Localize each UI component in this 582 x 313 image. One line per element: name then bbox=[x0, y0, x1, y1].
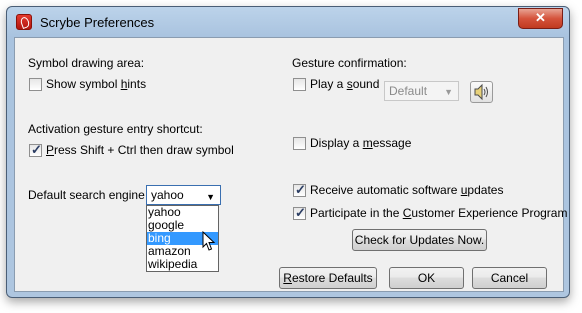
gesture-confirmation-heading: Gesture confirmation: bbox=[292, 56, 407, 70]
dialog-content: Symbol drawing area: Show symbol hints A… bbox=[14, 37, 567, 292]
sound-selected: Default bbox=[389, 84, 428, 98]
press-shift-ctrl-label[interactable]: Press Shift + Ctrl then draw symbol bbox=[46, 143, 234, 157]
speaker-icon bbox=[474, 83, 488, 101]
symbol-area-heading: Symbol drawing area: bbox=[28, 56, 145, 70]
participate-program-checkbox[interactable] bbox=[293, 205, 306, 221]
title-bar[interactable]: Scrybe Preferences ✕ bbox=[7, 7, 569, 37]
chevron-down-icon: ▼ bbox=[206, 192, 215, 202]
search-engine-select[interactable]: yahoo ▼ bbox=[146, 185, 221, 205]
display-message-label[interactable]: Display a message bbox=[310, 136, 411, 150]
mouse-pointer-icon bbox=[202, 231, 216, 251]
scrybe-app-icon bbox=[16, 14, 32, 30]
restore-defaults-button[interactable]: Restore Defaults bbox=[279, 267, 377, 289]
show-symbol-hints-label[interactable]: Show symbol hints bbox=[46, 77, 146, 91]
search-engine-option-wikipedia[interactable]: wikipedia bbox=[147, 258, 218, 271]
chevron-down-icon: ▼ bbox=[444, 87, 453, 97]
display-message-checkbox[interactable] bbox=[293, 137, 306, 150]
close-button[interactable]: ✕ bbox=[518, 8, 563, 29]
check-for-updates-button[interactable]: Check for Updates Now. bbox=[352, 229, 487, 251]
press-shift-ctrl-checkbox[interactable] bbox=[29, 142, 42, 158]
window-title: Scrybe Preferences bbox=[40, 15, 155, 30]
search-engine-selected: yahoo bbox=[151, 188, 184, 202]
sound-select[interactable]: Default ▼ bbox=[384, 81, 459, 101]
show-symbol-hints-checkbox[interactable] bbox=[29, 78, 42, 91]
receive-updates-label[interactable]: Receive automatic software updates bbox=[310, 183, 503, 197]
cancel-button[interactable]: Cancel bbox=[472, 267, 547, 289]
participate-program-label[interactable]: Participate in the Customer Experience P… bbox=[310, 206, 567, 220]
activation-heading: Activation gesture entry shortcut: bbox=[28, 122, 203, 136]
preferences-window: Scrybe Preferences ✕ Symbol drawing area… bbox=[6, 6, 570, 298]
receive-updates-checkbox[interactable] bbox=[293, 182, 306, 198]
play-sound-checkbox[interactable] bbox=[293, 78, 306, 91]
ok-button[interactable]: OK bbox=[389, 267, 464, 289]
preview-sound-button[interactable] bbox=[470, 81, 493, 103]
default-search-engine-label: Default search engine bbox=[28, 188, 145, 202]
play-sound-label[interactable]: Play a sound bbox=[310, 77, 379, 91]
